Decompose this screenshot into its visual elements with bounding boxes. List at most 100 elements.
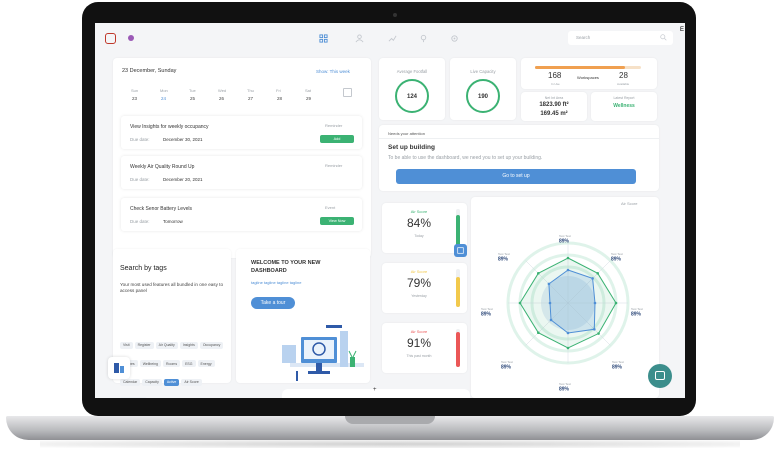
- radar-point[interactable]: [593, 328, 596, 331]
- chat-icon[interactable]: [648, 364, 672, 388]
- task-title: Weekly Air Quality Round Up: [130, 164, 195, 170]
- task-item[interactable]: Weekly Air Quality Round Up Reminder Due…: [121, 156, 362, 189]
- tag-chip[interactable]: Capacity: [142, 378, 162, 386]
- tag-chip[interactable]: Register: [134, 341, 154, 349]
- day-number[interactable]: 24: [161, 96, 166, 101]
- welcome-illustration: [282, 325, 364, 381]
- radar-point[interactable]: [549, 318, 553, 322]
- day-number[interactable]: 25: [190, 96, 195, 101]
- radar-card: Air Score Test Test 89% Test Test 89% Test T…: [471, 197, 659, 398]
- setup-title: Set up building: [388, 144, 435, 151]
- radar-point[interactable]: [566, 256, 570, 260]
- radar-point[interactable]: [518, 301, 522, 305]
- in-use-value: 168: [548, 71, 562, 80]
- tag-chip[interactable]: Air Score: [181, 378, 202, 386]
- task-action-button[interactable]: Add: [320, 135, 354, 143]
- net-area-m: 169.45 m²: [540, 111, 568, 117]
- day-number[interactable]: 27: [248, 96, 253, 101]
- air-score-bar-fill: [456, 215, 460, 247]
- day-number[interactable]: 28: [277, 96, 282, 101]
- air-score-action-icon[interactable]: [454, 244, 467, 257]
- location-nav-icon[interactable]: [419, 34, 428, 43]
- avg-footfall-value: 124: [406, 94, 417, 100]
- net-area-ft: 1823.90 ft²: [539, 102, 569, 108]
- task-due-date: December 30, 2021: [163, 137, 203, 142]
- wand-icon[interactable]: [128, 35, 134, 41]
- day-number[interactable]: 23: [132, 96, 137, 101]
- radar-point[interactable]: [566, 346, 570, 350]
- task-action-button[interactable]: View Now: [320, 217, 354, 225]
- air-score-bar-fill: [456, 332, 460, 367]
- air-score-period: This past month: [406, 354, 432, 358]
- dashboard-nav-icon[interactable]: [319, 34, 328, 43]
- task-item[interactable]: Check Senor Battery Levels Event Due dat…: [121, 198, 362, 231]
- welcome-card: WELCOME TO YOUR NEW DASHBOARD tagline ta…: [236, 249, 370, 383]
- tag-chip[interactable]: Visit: [120, 341, 133, 349]
- radar-point[interactable]: [596, 272, 599, 275]
- tag-chip[interactable]: Temperatures: [120, 397, 148, 398]
- users-nav-icon[interactable]: [355, 34, 364, 43]
- tag-chip[interactable]: Wellbeing: [139, 360, 161, 367]
- radar-series: [548, 269, 596, 334]
- latest-report-value[interactable]: Wellness: [591, 103, 657, 109]
- task-item[interactable]: View Insights for weekly occupancy Remin…: [121, 116, 362, 149]
- radar-point[interactable]: [566, 268, 570, 272]
- radar-point[interactable]: [547, 282, 551, 286]
- corner-mark: E: [680, 27, 685, 33]
- radar-point[interactable]: [597, 332, 600, 335]
- task-tag: Reminder: [325, 163, 343, 168]
- radar-point[interactable]: [593, 301, 597, 305]
- radar-axis-value: 89%: [611, 257, 622, 263]
- air-score-label: Air Score: [410, 269, 428, 274]
- radar-axis-value: 89%: [559, 387, 570, 393]
- radar-point[interactable]: [591, 277, 594, 280]
- day-number[interactable]: 29: [306, 96, 311, 101]
- tag-chip[interactable]: ESG: [182, 360, 196, 367]
- tag-chip[interactable]: Energy: [197, 360, 215, 367]
- day-number[interactable]: 26: [219, 96, 224, 101]
- day-name: Sun: [131, 88, 139, 93]
- tag-chip[interactable]: Air Quality: [155, 341, 178, 349]
- tag-chip[interactable]: Occupancy: [199, 341, 224, 349]
- net-area-label: Net Int Area: [544, 96, 564, 100]
- calendar-icon[interactable]: [343, 88, 352, 97]
- radar-point[interactable]: [537, 272, 540, 275]
- radar-point[interactable]: [548, 301, 552, 305]
- task-due-date: December 20, 2021: [163, 177, 203, 182]
- show-week-select[interactable]: Show: This week: [316, 69, 350, 74]
- radar-point[interactable]: [537, 331, 540, 334]
- radar-point[interactable]: [614, 301, 618, 305]
- search-input[interactable]: Search: [576, 35, 590, 40]
- app-logo-icon[interactable]: [105, 33, 116, 44]
- radar-axis-label: Test Test: [559, 234, 571, 238]
- tag-chip[interactable]: Active: [163, 378, 180, 386]
- radar-axis-value: 89%: [498, 257, 509, 263]
- tag-chip[interactable]: Insights: [179, 341, 198, 349]
- task-title: View Insights for weekly occupancy: [130, 124, 209, 130]
- air-score-card[interactable]: Air Score 79% Yesterday: [382, 263, 467, 313]
- radar-axis-value: 89%: [631, 312, 642, 318]
- go-to-setup-button[interactable]: Go to set up: [396, 169, 636, 184]
- air-score-value: 91%: [406, 336, 432, 350]
- task-due-label: Due date:: [130, 177, 150, 182]
- tag-chip[interactable]: Rooms: [163, 360, 181, 367]
- radar-point[interactable]: [566, 331, 570, 335]
- search-box[interactable]: Search: [568, 31, 673, 45]
- chart-nav-icon[interactable]: [388, 34, 397, 43]
- building-icon[interactable]: [108, 357, 130, 379]
- take-tour-button[interactable]: Take a tour: [251, 297, 295, 309]
- workspaces-card: 168 In Use Workspaces 28 Available: [521, 58, 657, 89]
- task-due-label: Due date:: [130, 137, 150, 142]
- settings-nav-icon[interactable]: [450, 34, 459, 43]
- cursor-mark: +: [373, 387, 377, 393]
- latest-report-card[interactable]: Latest Report Wellness: [591, 92, 657, 121]
- tags-subtitle: Your most used features all bundled in o…: [120, 282, 224, 293]
- calendar-card: 23 December, Sunday Show: This week Sun 2…: [113, 58, 371, 258]
- tag-chip[interactable]: Calendar: [120, 378, 141, 386]
- radar-axis-label: Test Test: [612, 360, 624, 364]
- radar-axis-label: Test Test: [481, 307, 493, 311]
- air-score-value: 84%: [406, 216, 432, 230]
- air-score-card[interactable]: Air Score 91% This past month: [382, 323, 467, 373]
- radar-axis-label: Test Test: [611, 252, 623, 256]
- avg-footfall-card: Average Footfall 124: [379, 58, 445, 120]
